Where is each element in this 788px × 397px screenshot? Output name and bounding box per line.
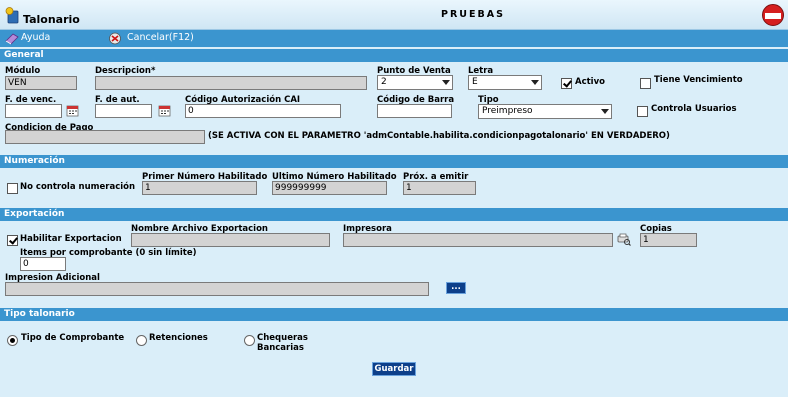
modulo-field: VEN: [5, 76, 77, 90]
title-bar: [0, 0, 788, 30]
tipo-comprobante-label: Tipo de Comprobante: [21, 333, 125, 343]
descripcion-input[interactable]: [95, 76, 367, 90]
habilitar-exportacion-label: Habilitar Exportacion: [20, 234, 122, 244]
numeracion-section-header: Numeración: [0, 155, 788, 168]
habilitar-exportacion-checkbox[interactable]: [7, 235, 18, 246]
tipo-select[interactable]: Preimpreso: [478, 104, 612, 119]
tiene-vencimiento-checkbox[interactable]: [640, 78, 651, 89]
environment-title: PRUEBAS: [441, 9, 505, 20]
primer-numero-input[interactable]: 1: [142, 181, 257, 195]
radio-chequeras-bancarias[interactable]: [244, 335, 255, 346]
nombre-archivo-input[interactable]: [131, 233, 330, 247]
general-section-header: General: [0, 49, 788, 62]
punto-venta-select[interactable]: 2: [377, 75, 453, 90]
activo-label: Activo: [575, 77, 605, 87]
tipo-value: Preimpreso: [482, 106, 533, 116]
chevron-down-icon: [531, 80, 539, 85]
ultimo-numero-input[interactable]: 999999999: [272, 181, 387, 195]
radio-tipo-comprobante[interactable]: [7, 335, 18, 346]
retenciones-label: Retenciones: [149, 333, 208, 343]
help-label: Ayuda: [21, 32, 51, 43]
chevron-down-icon: [442, 80, 450, 85]
chequeras-bancarias-label-line2: Bancarias: [257, 343, 304, 353]
controla-usuarios-label: Controla Usuarios: [651, 104, 737, 114]
help-icon: [5, 32, 19, 45]
printer-search-icon[interactable]: [617, 232, 631, 246]
no-controla-numeracion-checkbox[interactable]: [7, 183, 18, 194]
app-icon: [5, 6, 19, 24]
proximo-emitir-input[interactable]: 1: [403, 181, 476, 195]
impresora-input[interactable]: [343, 233, 613, 247]
controla-usuarios-checkbox[interactable]: [637, 106, 648, 117]
copias-input[interactable]: 1: [640, 233, 697, 247]
chevron-down-icon: [601, 109, 609, 114]
modulo-label: Módulo: [5, 66, 41, 76]
calendar-icon[interactable]: [158, 104, 172, 117]
cai-input[interactable]: 0: [185, 104, 341, 118]
letra-select[interactable]: E: [468, 75, 542, 90]
cancel-label: Cancelar(F12): [127, 32, 194, 43]
tipo-talonario-section-header: Tipo talonario: [0, 308, 788, 321]
cancel-icon: [109, 32, 123, 45]
f-aut-input[interactable]: [95, 104, 152, 118]
window-title: Talonario: [23, 13, 80, 26]
condicion-pago-input: [5, 130, 205, 144]
descripcion-label: Descripcion*: [95, 66, 156, 76]
exportacion-section-header: Exportación: [0, 208, 788, 221]
impresion-adicional-input[interactable]: [5, 282, 429, 296]
f-venc-input[interactable]: [5, 104, 62, 118]
no-controla-numeracion-label: No controla numeración: [20, 182, 136, 192]
activo-checkbox[interactable]: [561, 78, 572, 89]
condicion-pago-note: (SE ACTIVA CON EL PARAMETRO 'admContable…: [208, 131, 670, 141]
tiene-vencimiento-label: Tiene Vencimiento: [654, 75, 743, 85]
punto-venta-value: 2: [381, 77, 387, 87]
items-comprobante-input[interactable]: 0: [20, 257, 66, 271]
letra-value: E: [472, 77, 478, 87]
radio-retenciones[interactable]: [136, 335, 147, 346]
calendar-icon[interactable]: [66, 104, 80, 117]
browse-button[interactable]: ...: [446, 282, 466, 294]
test-environment-badge-icon: [762, 4, 784, 26]
codigo-barra-input[interactable]: [377, 104, 452, 118]
chequeras-bancarias-label-line1: Chequeras: [257, 333, 308, 343]
save-button[interactable]: Guardar: [372, 362, 416, 376]
